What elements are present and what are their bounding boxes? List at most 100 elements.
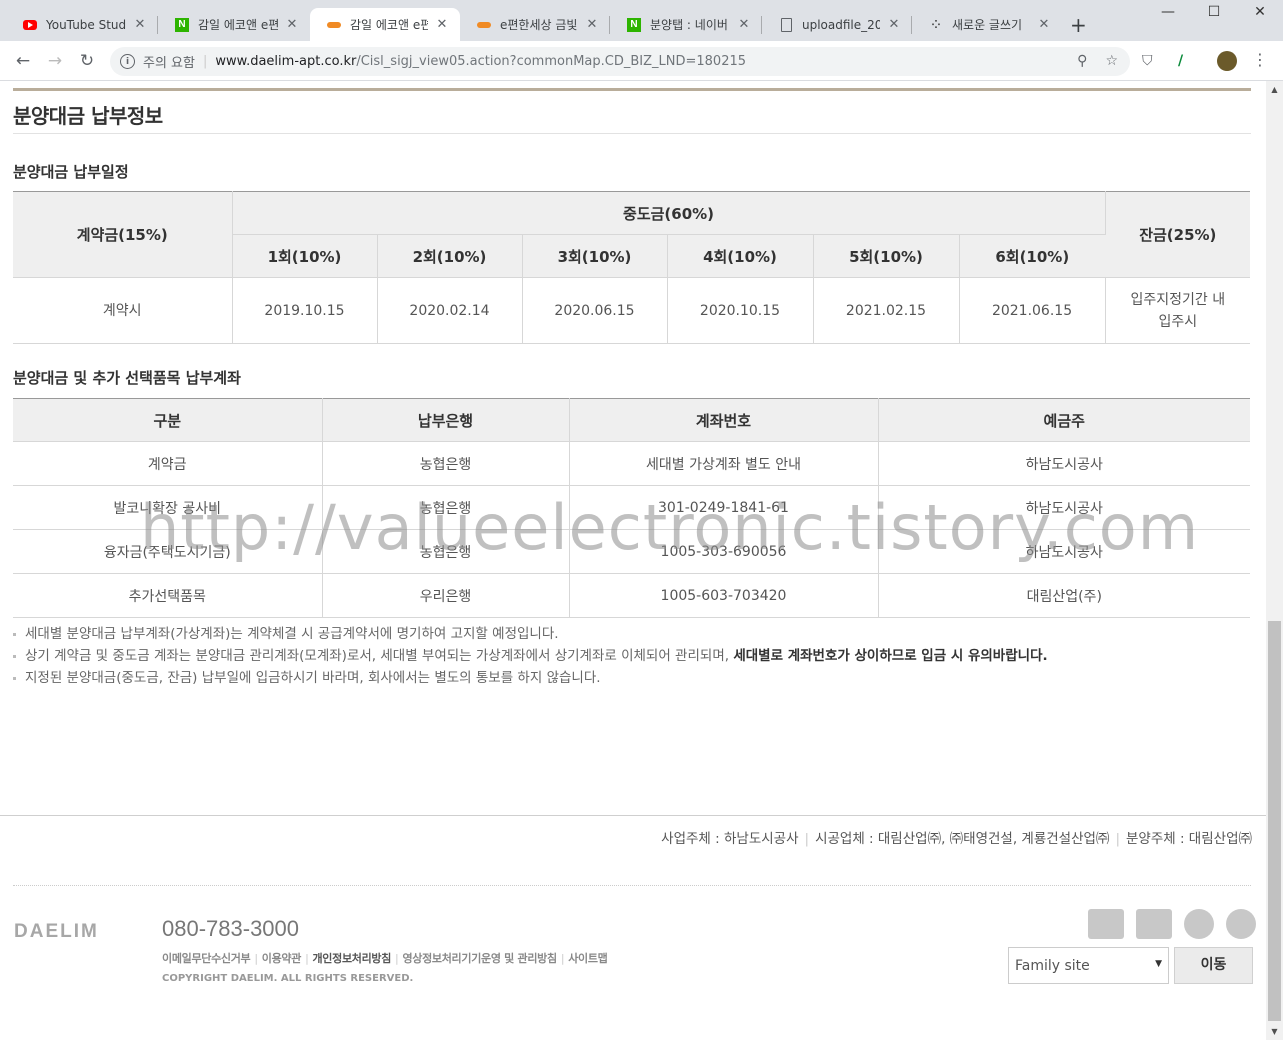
cell-bank: 농협은행 (322, 441, 570, 486)
column-header: 예금주 (878, 398, 1250, 442)
column-header: 납부은행 (322, 398, 570, 442)
installment-date: 2021.06.15 (959, 277, 1106, 344)
column-header: 계좌번호 (569, 398, 879, 442)
schedule-heading: 분양대금 납부일정 (13, 163, 129, 181)
payment-schedule-table: 계약금(15%) 중도금(60%) 잔금(25%) 1회(10%) 2회(10%… (13, 191, 1251, 344)
footer-link[interactable]: 이용약관 (262, 952, 302, 965)
page-title: 분양대금 납부정보 (13, 104, 163, 128)
notice-list: 세대별 분양대금 납부계좌(가상계좌)는 계약체결 시 공급계약서에 명기하여 … (13, 623, 1048, 689)
notice-item: 상기 계약금 및 중도금 계좌는 분양대금 관리계좌(모계좌)로서, 세대별 부… (13, 645, 1048, 667)
installment-date: 2019.10.15 (232, 277, 378, 344)
info-icon[interactable]: i (120, 54, 135, 69)
middle-payment-header: 중도금(60%) (232, 191, 1106, 235)
balance-value: 입주지정기간 내 입주시 (1105, 277, 1251, 344)
footer-link[interactable]: 사이트맵 (568, 952, 608, 965)
accounts-heading: 분양대금 및 추가 선택품목 납부계좌 (13, 369, 241, 387)
window-close-icon[interactable]: ✕ (1237, 4, 1283, 20)
payment-accounts-table: 구분 납부은행 계좌번호 예금주 계약금 농협은행 세대별 가상계좌 별도 안내… (13, 398, 1250, 618)
installment-date: 2020.06.15 (522, 277, 668, 344)
browser-tab-naver[interactable]: N 감일 에코앤 e편 ✕ (158, 8, 310, 41)
cell-account: 1005-303-690056 (569, 529, 879, 574)
close-icon[interactable]: ✕ (434, 17, 450, 32)
daelim-icon (326, 17, 342, 33)
installment-date: 2021.02.15 (813, 277, 960, 344)
cell-account: 세대별 가상계좌 별도 안내 (569, 441, 879, 486)
browser-tab-naver-2[interactable]: N 분양탭 : 네이버 ✕ (610, 8, 762, 41)
table-row: 융자금(주택도시기금) 농협은행 1005-303-690056 하남도시공사 (13, 529, 1250, 574)
section-top-border (13, 88, 1251, 91)
cell-category: 융자금(주택도시기금) (13, 529, 323, 574)
vertical-scrollbar[interactable]: ▲ ▼ (1266, 81, 1283, 1040)
naver-icon: N (174, 17, 190, 33)
certification-marks (1088, 909, 1256, 939)
close-icon[interactable]: ✕ (1036, 17, 1052, 32)
close-icon[interactable]: ✕ (736, 17, 752, 32)
close-icon[interactable]: ✕ (284, 17, 300, 32)
dropdown-arrow-icon: ▼ (1155, 959, 1162, 969)
daelim-icon (476, 17, 492, 33)
tab-title: e편한세상 금빛 (500, 18, 578, 32)
scroll-up-icon[interactable]: ▲ (1266, 81, 1283, 98)
footer-link[interactable]: 개인정보처리방침 (312, 952, 391, 965)
table-row: 추가선택품목 우리은행 1005-603-703420 대림산업(주) (13, 573, 1250, 618)
installment-date: 2020.02.14 (377, 277, 523, 344)
go-button[interactable]: 이동 (1174, 947, 1253, 984)
close-icon[interactable]: ✕ (584, 17, 600, 32)
address-bar[interactable]: i 주의 요함 | www.daelim-apt.co.kr/Cisl_sigj… (110, 47, 1130, 76)
footer-link[interactable]: 영상정보처리기기운영 및 관리방침 (402, 952, 557, 965)
table-row: 발코니확장 공사비 농협은행 301-0249-1841-61 하남도시공사 (13, 485, 1250, 530)
family-site-select[interactable]: Family site ▼ (1008, 947, 1169, 984)
globe-seal-icon (1226, 909, 1256, 939)
balance-header: 잔금(25%) (1105, 191, 1251, 278)
close-icon[interactable]: ✕ (132, 17, 148, 32)
ncsi-badge-icon (1088, 909, 1124, 939)
browser-tab-tistory[interactable]: ⁘ 새로운 글쓰기 ✕ (912, 8, 1062, 41)
footer-dotted-divider (13, 885, 1251, 886)
cert-badge-icon (1136, 909, 1172, 939)
table-row: 계약금 농협은행 세대별 가상계좌 별도 안내 하남도시공사 (13, 441, 1250, 486)
browser-tab-upload[interactable]: uploadfile_2019 ✕ (762, 8, 912, 41)
browser-tab-youtube[interactable]: YouTube Studio ✕ (6, 8, 158, 41)
reload-icon[interactable]: ↻ (76, 50, 98, 72)
minimize-icon[interactable]: — (1145, 4, 1191, 20)
pen-extension-icon[interactable]: / (1178, 53, 1183, 69)
cell-holder: 하남도시공사 (878, 485, 1250, 530)
phone-number: 080-783-3000 (162, 916, 300, 941)
back-arrow-icon[interactable]: ← (12, 50, 34, 72)
new-tab-icon[interactable]: + (1070, 13, 1087, 37)
daelim-logo: DAELIM (14, 921, 99, 942)
tab-title: 새로운 글쓰기 (952, 18, 1023, 32)
youtube-icon (22, 17, 38, 33)
cell-category: 발코니확장 공사비 (13, 485, 323, 530)
installment-header: 5회(10%) (813, 234, 960, 278)
cell-holder: 하남도시공사 (878, 529, 1250, 574)
cell-account: 301-0249-1841-61 (569, 485, 879, 530)
footer-link[interactable]: 이메일무단수신거부 (162, 952, 251, 965)
cell-holder: 하남도시공사 (878, 441, 1250, 486)
contract-header: 계약금(15%) (13, 191, 233, 278)
tab-title: YouTube Studio (46, 17, 126, 32)
forward-arrow-icon[interactable]: → (44, 50, 66, 72)
award-seal-icon (1184, 909, 1214, 939)
browser-tab-active[interactable]: 감일 에코앤 e편 ✕ (310, 8, 460, 41)
profile-avatar[interactable] (1217, 51, 1237, 71)
cell-bank: 우리은행 (322, 573, 570, 618)
business-info: 사업주체 : 하남도시공사 | 시공업체 : 대림산업㈜, ㈜태영건설, 계룡건설산… (661, 831, 1252, 847)
menu-kebab-icon[interactable]: ⋮ (1252, 50, 1268, 69)
browser-tab-daelim[interactable]: e편한세상 금빛 ✕ (460, 8, 610, 41)
scroll-thumb[interactable] (1268, 621, 1281, 1021)
zoom-icon[interactable]: ⚲ (1077, 53, 1087, 69)
page-viewport: 분양대금 납부정보 분양대금 납부일정 계약금(15%) 중도금(60%) 잔금… (0, 81, 1266, 1040)
bookmark-star-icon[interactable]: ☆ (1105, 53, 1118, 69)
scroll-down-icon[interactable]: ▼ (1266, 1023, 1283, 1040)
cell-category: 계약금 (13, 441, 323, 486)
maximize-icon[interactable]: ☐ (1191, 4, 1237, 20)
tistory-icon: ⁘ (931, 18, 941, 31)
shield-extension-icon[interactable]: ⛉ (1142, 53, 1153, 69)
naver-icon: N (626, 17, 642, 33)
tab-title: uploadfile_2019 (802, 17, 880, 32)
copyright: COPYRIGHT DAELIM. ALL RIGHTS RESERVED. (162, 973, 414, 984)
column-header: 구분 (13, 398, 323, 442)
close-icon[interactable]: ✕ (886, 17, 902, 32)
notice-item: 지정된 분양대금(중도금, 잔금) 납부일에 입금하시기 바라며, 회사에서는 … (13, 667, 1048, 689)
